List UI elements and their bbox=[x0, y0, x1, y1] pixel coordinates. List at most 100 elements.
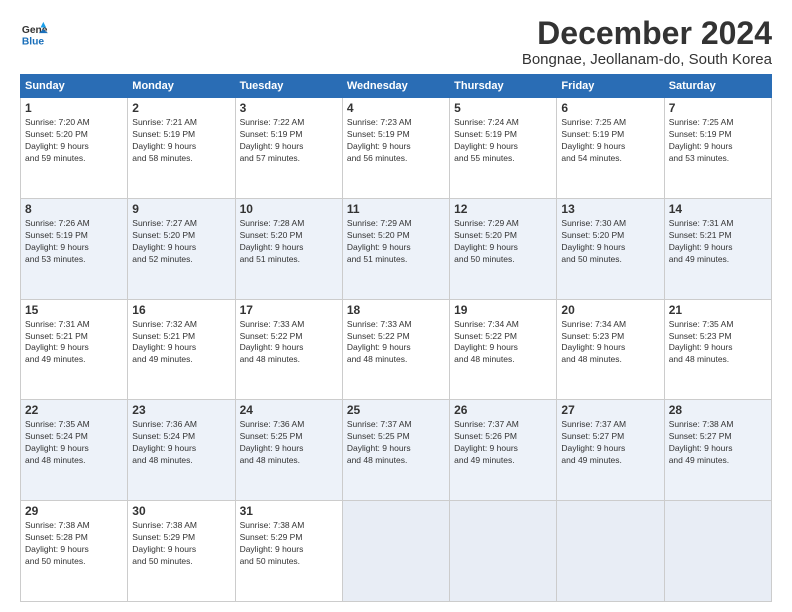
day-info: Sunrise: 7:35 AMSunset: 5:24 PMDaylight:… bbox=[25, 419, 123, 467]
day-number: 24 bbox=[240, 403, 338, 417]
header-thursday: Thursday bbox=[450, 75, 557, 98]
day-number: 29 bbox=[25, 504, 123, 518]
table-cell: 13 Sunrise: 7:30 AMSunset: 5:20 PMDayligh… bbox=[557, 198, 664, 299]
day-info: Sunrise: 7:22 AMSunset: 5:19 PMDaylight:… bbox=[240, 117, 338, 165]
day-info: Sunrise: 7:36 AMSunset: 5:24 PMDaylight:… bbox=[132, 419, 230, 467]
day-number: 27 bbox=[561, 403, 659, 417]
table-cell: 6Sunrise: 7:25 AMSunset: 5:19 PMDaylight… bbox=[557, 98, 664, 199]
table-cell bbox=[664, 501, 771, 602]
table-cell: 22 Sunrise: 7:35 AMSunset: 5:24 PMDayligh… bbox=[21, 400, 128, 501]
day-info: Sunrise: 7:34 AMSunset: 5:22 PMDaylight:… bbox=[454, 319, 552, 367]
day-number: 22 bbox=[25, 403, 123, 417]
day-number: 10 bbox=[240, 202, 338, 216]
day-info: Sunrise: 7:30 AMSunset: 5:20 PMDaylight:… bbox=[561, 218, 659, 266]
day-info: Sunrise: 7:38 AMSunset: 5:27 PMDaylight:… bbox=[669, 419, 767, 467]
table-cell: 19 Sunrise: 7:34 AMSunset: 5:22 PMDayligh… bbox=[450, 299, 557, 400]
table-cell: 17Sunrise: 7:33 AMSunset: 5:22 PMDayligh… bbox=[235, 299, 342, 400]
header-tuesday: Tuesday bbox=[235, 75, 342, 98]
day-number: 12 bbox=[454, 202, 552, 216]
day-number: 5 bbox=[454, 101, 552, 115]
day-info: Sunrise: 7:29 AMSunset: 5:20 PMDaylight:… bbox=[347, 218, 445, 266]
day-info: Sunrise: 7:37 AMSunset: 5:27 PMDaylight:… bbox=[561, 419, 659, 467]
table-cell: 14Sunrise: 7:31 AMSunset: 5:21 PMDayligh… bbox=[664, 198, 771, 299]
day-number: 6 bbox=[561, 101, 659, 115]
day-info: Sunrise: 7:38 AMSunset: 5:29 PMDaylight:… bbox=[132, 520, 230, 568]
subtitle: Bongnae, Jeollanam-do, South Korea bbox=[522, 51, 772, 68]
table-cell: 21 Sunrise: 7:35 AMSunset: 5:23 PMDayligh… bbox=[664, 299, 771, 400]
header-friday: Friday bbox=[557, 75, 664, 98]
table-cell: 25 Sunrise: 7:37 AMSunset: 5:25 PMDayligh… bbox=[342, 400, 449, 501]
table-cell: 29 Sunrise: 7:38 AMSunset: 5:28 PMDayligh… bbox=[21, 501, 128, 602]
day-number: 18 bbox=[347, 303, 445, 317]
header-monday: Monday bbox=[128, 75, 235, 98]
day-info: Sunrise: 7:29 AMSunset: 5:20 PMDaylight:… bbox=[454, 218, 552, 266]
day-info: Sunrise: 7:32 AMSunset: 5:21 PMDaylight:… bbox=[132, 319, 230, 367]
day-number: 14 bbox=[669, 202, 767, 216]
day-info: Sunrise: 7:37 AMSunset: 5:25 PMDaylight:… bbox=[347, 419, 445, 467]
day-info: Sunrise: 7:28 AMSunset: 5:20 PMDaylight:… bbox=[240, 218, 338, 266]
day-number: 7 bbox=[669, 101, 767, 115]
table-cell: 18 Sunrise: 7:33 AMSunset: 5:22 PMDayligh… bbox=[342, 299, 449, 400]
table-cell: 7 Sunrise: 7:25 AMSunset: 5:19 PMDaylight… bbox=[664, 98, 771, 199]
day-info: Sunrise: 7:21 AMSunset: 5:19 PMDaylight:… bbox=[132, 117, 230, 165]
day-info: Sunrise: 7:25 AMSunset: 5:19 PMDaylight:… bbox=[669, 117, 767, 165]
day-number: 23 bbox=[132, 403, 230, 417]
table-cell: 10 Sunrise: 7:28 AMSunset: 5:20 PMDayligh… bbox=[235, 198, 342, 299]
table-cell: 12 Sunrise: 7:29 AMSunset: 5:20 PMDayligh… bbox=[450, 198, 557, 299]
calendar-table: Sunday Monday Tuesday Wednesday Thursday… bbox=[20, 74, 772, 602]
day-number: 21 bbox=[669, 303, 767, 317]
day-number: 15 bbox=[25, 303, 123, 317]
header-saturday: Saturday bbox=[664, 75, 771, 98]
calendar-row-4: 22 Sunrise: 7:35 AMSunset: 5:24 PMDayligh… bbox=[21, 400, 772, 501]
day-number: 9 bbox=[132, 202, 230, 216]
table-cell: 26 Sunrise: 7:37 AMSunset: 5:26 PMDayligh… bbox=[450, 400, 557, 501]
day-number: 4 bbox=[347, 101, 445, 115]
calendar-row-5: 29 Sunrise: 7:38 AMSunset: 5:28 PMDayligh… bbox=[21, 501, 772, 602]
day-info: Sunrise: 7:35 AMSunset: 5:23 PMDaylight:… bbox=[669, 319, 767, 367]
day-info: Sunrise: 7:26 AMSunset: 5:19 PMDaylight:… bbox=[25, 218, 123, 266]
header-wednesday: Wednesday bbox=[342, 75, 449, 98]
table-cell: 5 Sunrise: 7:24 AMSunset: 5:19 PMDaylight… bbox=[450, 98, 557, 199]
day-number: 28 bbox=[669, 403, 767, 417]
day-info: Sunrise: 7:38 AMSunset: 5:28 PMDaylight:… bbox=[25, 520, 123, 568]
day-info: Sunrise: 7:33 AMSunset: 5:22 PMDaylight:… bbox=[347, 319, 445, 367]
day-info: Sunrise: 7:27 AMSunset: 5:20 PMDaylight:… bbox=[132, 218, 230, 266]
day-number: 26 bbox=[454, 403, 552, 417]
table-cell: 4 Sunrise: 7:23 AMSunset: 5:19 PMDaylight… bbox=[342, 98, 449, 199]
day-number: 1 bbox=[25, 101, 123, 115]
table-cell: 24Sunrise: 7:36 AMSunset: 5:25 PMDayligh… bbox=[235, 400, 342, 501]
day-number: 17 bbox=[240, 303, 338, 317]
header: General Blue December 2024 Bongnae, Jeol… bbox=[20, 16, 772, 68]
day-info: Sunrise: 7:23 AMSunset: 5:19 PMDaylight:… bbox=[347, 117, 445, 165]
day-info: Sunrise: 7:20 AMSunset: 5:20 PMDaylight:… bbox=[25, 117, 123, 165]
calendar-row-2: 8 Sunrise: 7:26 AMSunset: 5:19 PMDaylight… bbox=[21, 198, 772, 299]
day-info: Sunrise: 7:34 AMSunset: 5:23 PMDaylight:… bbox=[561, 319, 659, 367]
table-cell: 28 Sunrise: 7:38 AMSunset: 5:27 PMDayligh… bbox=[664, 400, 771, 501]
day-number: 31 bbox=[240, 504, 338, 518]
calendar-row-3: 15 Sunrise: 7:31 AMSunset: 5:21 PMDayligh… bbox=[21, 299, 772, 400]
day-number: 25 bbox=[347, 403, 445, 417]
day-info: Sunrise: 7:38 AMSunset: 5:29 PMDaylight:… bbox=[240, 520, 338, 568]
day-number: 13 bbox=[561, 202, 659, 216]
svg-text:Blue: Blue bbox=[22, 36, 45, 47]
weekday-header-row: Sunday Monday Tuesday Wednesday Thursday… bbox=[21, 75, 772, 98]
table-cell: 27 Sunrise: 7:37 AMSunset: 5:27 PMDayligh… bbox=[557, 400, 664, 501]
table-cell: 1 Sunrise: 7:20 AMSunset: 5:20 PMDaylight… bbox=[21, 98, 128, 199]
day-number: 19 bbox=[454, 303, 552, 317]
table-cell bbox=[342, 501, 449, 602]
day-number: 20 bbox=[561, 303, 659, 317]
calendar-row-1: 1 Sunrise: 7:20 AMSunset: 5:20 PMDaylight… bbox=[21, 98, 772, 199]
day-info: Sunrise: 7:37 AMSunset: 5:26 PMDaylight:… bbox=[454, 419, 552, 467]
day-number: 16 bbox=[132, 303, 230, 317]
day-number: 30 bbox=[132, 504, 230, 518]
table-cell: 15 Sunrise: 7:31 AMSunset: 5:21 PMDayligh… bbox=[21, 299, 128, 400]
day-info: Sunrise: 7:24 AMSunset: 5:19 PMDaylight:… bbox=[454, 117, 552, 165]
table-cell: 8 Sunrise: 7:26 AMSunset: 5:19 PMDaylight… bbox=[21, 198, 128, 299]
title-block: December 2024 Bongnae, Jeollanam-do, Sou… bbox=[522, 16, 772, 68]
day-number: 8 bbox=[25, 202, 123, 216]
day-number: 3 bbox=[240, 101, 338, 115]
table-cell bbox=[557, 501, 664, 602]
table-cell: 30 Sunrise: 7:38 AMSunset: 5:29 PMDayligh… bbox=[128, 501, 235, 602]
table-cell: 2Sunrise: 7:21 AMSunset: 5:19 PMDaylight… bbox=[128, 98, 235, 199]
day-info: Sunrise: 7:31 AMSunset: 5:21 PMDaylight:… bbox=[25, 319, 123, 367]
